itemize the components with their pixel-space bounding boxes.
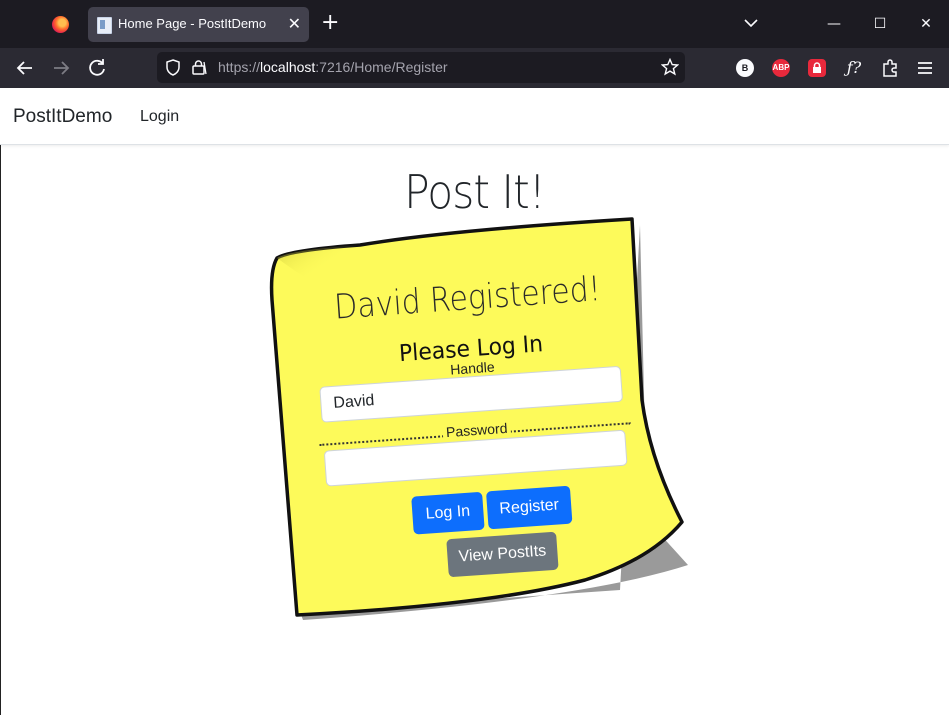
password-label-text: Password xyxy=(442,419,511,441)
note-content: David Registered! Please Log In Handle D… xyxy=(308,259,644,580)
view-postits-button[interactable]: View PostIts xyxy=(446,531,559,578)
log-in-button[interactable]: Log In xyxy=(411,491,485,535)
registered-message: David Registered! xyxy=(333,269,602,328)
register-button[interactable]: Register xyxy=(486,485,573,530)
